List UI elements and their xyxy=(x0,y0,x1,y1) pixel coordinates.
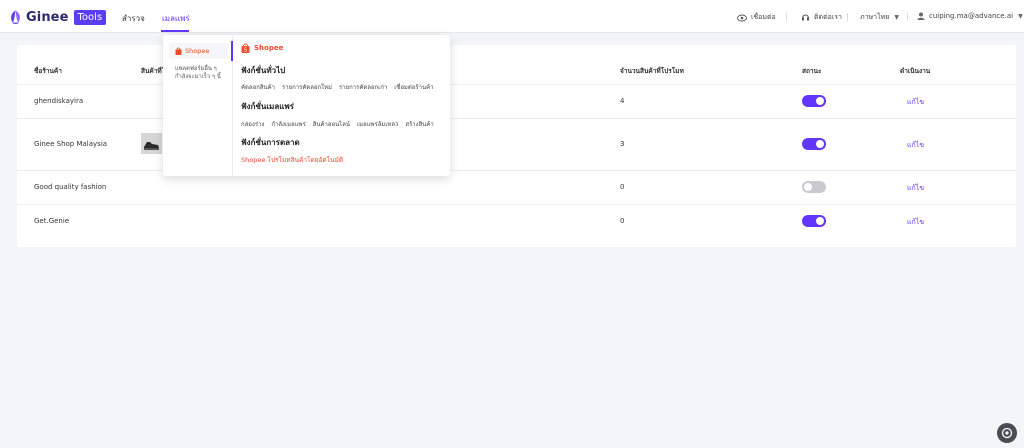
header-status: สถานะ xyxy=(802,67,822,75)
nav-active-indicator xyxy=(161,30,189,32)
divider xyxy=(786,13,787,21)
divider xyxy=(847,13,848,21)
shopee-bag-icon: S xyxy=(241,43,250,53)
user-icon xyxy=(917,12,925,20)
active-indicator xyxy=(231,41,233,61)
product-thumbnail xyxy=(141,133,162,154)
publish-links: กล่องร่าง กำลังเมลแพร่ สินค้าออนไลน์ เมล… xyxy=(241,119,441,129)
contact-label: ติดต่อเรา xyxy=(814,13,842,21)
shoe-image-icon xyxy=(141,133,162,154)
brand-name: Ginee xyxy=(26,9,69,25)
link-new-copy-list[interactable]: รายการคัดลอกใหม่ xyxy=(282,82,332,92)
link-publish-failed[interactable]: เมลแพร่ล้มเหลว xyxy=(357,119,398,129)
ginee-logo-icon xyxy=(11,10,20,24)
header-shop-name: ชื่อร้านค้า xyxy=(34,67,62,75)
connect-label: เชื่อมต่อ xyxy=(751,13,776,21)
language-select[interactable]: ภาษาไทย ▼ xyxy=(860,12,899,23)
coming-soon-note: แพลตฟอร์มอื่น ๆ กำลังจะมาเร็ว ๆ นี้ xyxy=(175,66,221,80)
edit-link[interactable]: แก้ไข xyxy=(907,217,924,228)
status-toggle[interactable] xyxy=(802,95,826,107)
contact-link[interactable]: ติดต่อเรา xyxy=(801,12,842,23)
nav-publish[interactable]: เมลแพร่ xyxy=(162,12,190,25)
section-marketing-title: ฟังก์ชั่นการตลาด xyxy=(241,138,300,147)
link-drafts[interactable]: กล่องร่าง xyxy=(241,119,264,129)
row-divider xyxy=(17,204,1016,205)
promoted-count: 0 xyxy=(620,183,625,191)
headset-icon xyxy=(802,14,809,21)
shop-name: Ginee Shop Malaysia xyxy=(34,140,108,148)
chevron-down-icon: ▼ xyxy=(894,14,899,21)
edit-link[interactable]: แก้ไข xyxy=(907,140,924,151)
link-auto-promote[interactable]: Shopee โปรโมทสินค้าโดยอัตโนมัติ xyxy=(241,155,343,165)
help-button[interactable] xyxy=(997,423,1017,443)
connect-link[interactable]: เชื่อมต่อ xyxy=(737,12,776,23)
promoted-count: 0 xyxy=(620,217,625,225)
shopee-header: S Shopee xyxy=(241,43,283,53)
nav-explore[interactable]: สำรวจ xyxy=(122,12,145,25)
publish-dropdown-menu: Shopee แพลตฟอร์มอื่น ๆ กำลังจะมาเร็ว ๆ น… xyxy=(163,35,450,176)
section-publish-title: ฟังก์ชั่นเมลแพร่ xyxy=(241,102,294,111)
shopee-bag-icon xyxy=(175,47,182,55)
platform-item-label: Shopee xyxy=(185,47,210,55)
edit-link[interactable]: แก้ไข xyxy=(907,97,924,108)
promoted-count: 3 xyxy=(620,140,625,148)
language-label: ภาษาไทย xyxy=(860,13,890,21)
shop-name: ghendiskayira xyxy=(34,97,84,105)
platform-item-shopee[interactable]: Shopee xyxy=(169,43,228,59)
edit-link[interactable]: แก้ไข xyxy=(907,183,924,194)
eye-icon xyxy=(737,14,747,21)
header-product: สินค้าที่โ xyxy=(141,67,166,75)
divider xyxy=(907,13,908,21)
link-old-copy-list[interactable]: รายการคัดลอกเก่า xyxy=(339,82,387,92)
status-toggle[interactable] xyxy=(802,215,826,227)
brand-badge: Tools xyxy=(73,9,107,25)
general-links: คัดลอกสินค้า รายการคัดลอกใหม่ รายการคัดล… xyxy=(241,82,440,92)
status-toggle[interactable] xyxy=(802,138,826,150)
section-general-title: ฟังก์ชั่นทั่วไป xyxy=(241,66,286,75)
link-connect-shop[interactable]: เชื่อมต่อร้านค้า xyxy=(394,82,433,92)
svg-text:S: S xyxy=(244,48,247,53)
header-actions: ดำเนินงาน xyxy=(900,67,931,75)
link-copy-product[interactable]: คัดลอกสินค้า xyxy=(241,82,275,92)
header-promoted-count: จำนวนสินค้าที่โปรโมท xyxy=(620,67,684,75)
top-bar: Ginee Tools สำรวจ เมลแพร่ เชื่อมต่อ ติดต… xyxy=(0,0,1024,33)
shop-name: Good quality fashion xyxy=(34,183,107,191)
status-toggle[interactable] xyxy=(802,181,826,193)
promoted-count: 4 xyxy=(620,97,625,105)
link-online-products[interactable]: สินค้าออนไลน์ xyxy=(313,119,350,129)
user-menu[interactable]: cuiping.ma@advance.ai ▼ xyxy=(917,12,1023,20)
user-email: cuiping.ma@advance.ai xyxy=(929,12,1014,20)
logo[interactable]: Ginee Tools xyxy=(8,9,107,25)
shop-name: Get.Genie xyxy=(34,217,70,225)
shopee-title: Shopee xyxy=(254,44,284,52)
link-create-product[interactable]: สร้างสินค้า xyxy=(405,119,433,129)
chat-support-icon xyxy=(1001,427,1013,439)
chevron-down-icon: ▼ xyxy=(1018,12,1023,20)
platform-list: Shopee แพลตฟอร์มอื่น ๆ กำลังจะมาเร็ว ๆ น… xyxy=(163,35,233,176)
link-publishing[interactable]: กำลังเมลแพร่ xyxy=(271,119,305,129)
